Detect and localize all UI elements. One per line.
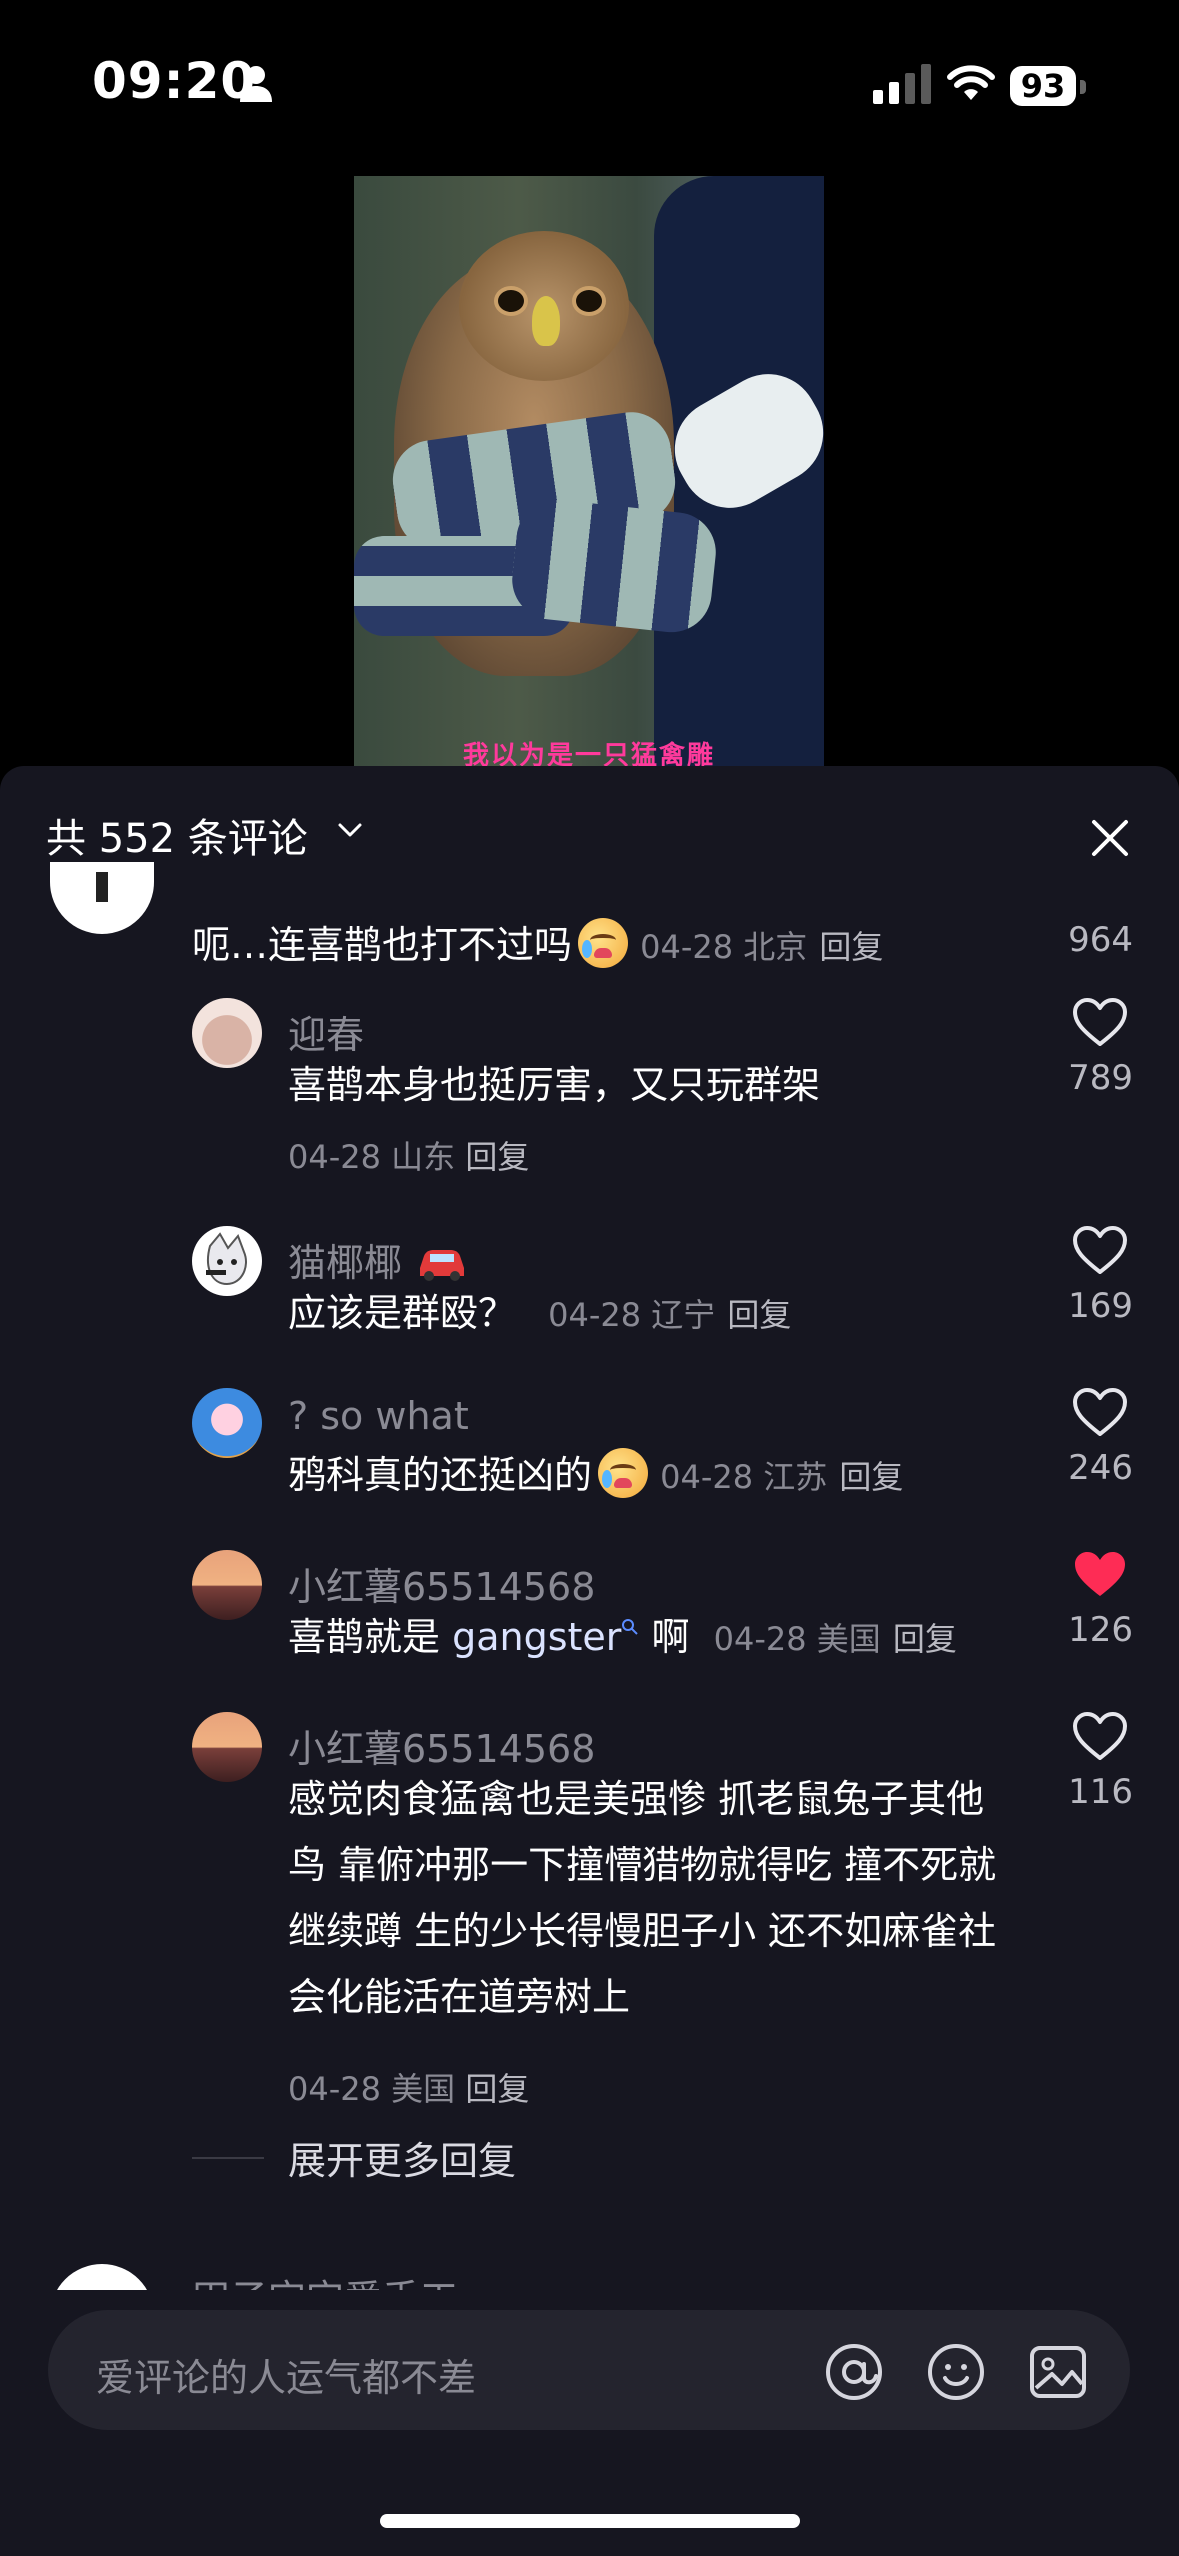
comment-input[interactable]: 爱评论的人运气都不差 [48, 2310, 1130, 2430]
heart-filled-icon[interactable] [1072, 1550, 1128, 1600]
avatar[interactable] [192, 1712, 262, 1782]
video-hawk-beak [532, 296, 560, 346]
reply-body: 喜鹊本身也挺厉害，又只玩群架 [288, 1063, 821, 1107]
reply-text: 喜鹊就是 [288, 1615, 453, 1659]
comment-sheet: 共 552 条评论 呃…连喜鹊也打不过吗 04-28 北京 回复 964 迎春 … [0, 766, 1179, 2556]
car-icon [420, 1250, 465, 1281]
heart-icon[interactable] [1072, 998, 1128, 1048]
battery-cap [1080, 80, 1086, 94]
avatar[interactable] [192, 1226, 262, 1296]
home-indicator[interactable] [380, 2514, 800, 2528]
wifi-icon [947, 65, 995, 100]
reply-text: 啊 [639, 1615, 690, 1659]
video-caption: 我以为是一只猛禽雕 [462, 741, 715, 766]
search-icon [622, 1619, 639, 1635]
reply-date-location: 04-28 美国 [288, 2070, 456, 2108]
reply-button[interactable]: 回复 [893, 1620, 957, 1658]
reply-body: 应该是群殴？ 04-28 辽宁 回复 [288, 1280, 1018, 1348]
reply-body: 喜鹊就是 gangster 啊 04-28 美国 回复 [288, 1604, 1018, 1672]
like-count: 169 [1068, 1286, 1133, 1326]
crying-emoji-icon [598, 1448, 649, 1498]
reply-text: 鸦科真的还挺凶的 [288, 1453, 593, 1497]
person-icon [240, 66, 272, 102]
avatar[interactable] [192, 1550, 262, 1620]
reply-meta: 04-28 山东 回复 [288, 1132, 529, 1178]
reply-date-location: 04-28 辽宁 [548, 1296, 716, 1334]
comment-count[interactable]: 共 552 条评论 [46, 806, 308, 864]
heart-icon[interactable] [1072, 1388, 1128, 1438]
reply-author[interactable]: 小红薯65514568 [288, 1718, 595, 1773]
heart-icon[interactable] [1072, 1712, 1128, 1762]
video-hawk-eye [572, 286, 606, 316]
comment-sheet-header: 共 552 条评论 [0, 766, 1179, 896]
close-icon[interactable] [1088, 816, 1132, 860]
heart-icon[interactable] [1072, 1226, 1128, 1276]
reply-author-name[interactable]: 猫椰椰 [288, 1241, 402, 1285]
reply-button[interactable]: 回复 [465, 1138, 529, 1176]
avatar[interactable] [192, 1388, 262, 1458]
reply-button[interactable]: 回复 [819, 928, 883, 966]
comment-input-placeholder[interactable]: 爱评论的人运气都不差 [96, 2347, 476, 2402]
comment-input-area: 爱评论的人运气都不差 [0, 2290, 1179, 2556]
cellular-signal-icon [873, 64, 931, 104]
expand-more-replies[interactable]: 展开更多回复 [288, 2130, 516, 2185]
like-count: 789 [1068, 1058, 1133, 1098]
reply-author[interactable]: 猫椰椰 [288, 1232, 470, 1287]
status-time: 09:20 [92, 52, 257, 110]
reply-author[interactable]: ? so what [288, 1394, 469, 1438]
video-glove [508, 495, 720, 637]
chevron-down-icon[interactable] [336, 820, 364, 840]
reply-author[interactable]: 迎春 [288, 1004, 364, 1059]
expand-divider [192, 2157, 264, 2159]
battery-indicator: 93 [1010, 66, 1076, 106]
reply-button[interactable]: 回复 [727, 1296, 791, 1334]
reply-body: 鸦科真的还挺凶的 04-28 江苏 回复 [288, 1442, 1018, 1510]
avatar[interactable] [50, 862, 154, 934]
avatar[interactable] [192, 998, 262, 1068]
reply-meta: 04-28 美国 回复 [288, 2064, 529, 2110]
at-mention-icon[interactable] [824, 2342, 884, 2402]
like-count: 964 [1068, 920, 1133, 960]
reply-body: 感觉肉食猛禽也是美强惨 抓老鼠兔子其他鸟 靠俯冲那一下撞懵猎物就得吃 撞不死就继… [288, 1777, 997, 2019]
emoji-icon[interactable] [926, 2342, 986, 2402]
reply-text: 应该是群殴？ [288, 1291, 517, 1335]
like-count: 116 [1068, 1772, 1133, 1812]
image-icon[interactable] [1028, 2342, 1088, 2402]
comment-meta: 04-28 北京 [640, 928, 808, 966]
video-player[interactable]: 我以为是一只猛禽雕 [354, 176, 824, 766]
like-count: 126 [1068, 1610, 1133, 1650]
search-keyword-link[interactable]: gangster [452, 1615, 621, 1659]
like-count: 246 [1068, 1448, 1133, 1488]
reply-date-location: 04-28 江苏 [660, 1458, 828, 1496]
reply-button[interactable]: 回复 [465, 2070, 529, 2108]
reply-button[interactable]: 回复 [839, 1458, 903, 1496]
comment-text: 呃…连喜鹊也打不过吗 04-28 北京 回复 [192, 914, 883, 969]
status-bar: 09:20 93 [0, 0, 1179, 170]
comment-body: 呃…连喜鹊也打不过吗 [192, 923, 573, 967]
reply-date-location: 04-28 美国 [713, 1620, 881, 1658]
reply-author[interactable]: 小红薯65514568 [288, 1556, 595, 1611]
top-comment: 呃…连喜鹊也打不过吗 04-28 北京 回复 964 [0, 862, 1179, 986]
reply-date-location: 04-28 山东 [288, 1138, 456, 1176]
crying-emoji-icon [578, 918, 629, 968]
video-hawk-eye [494, 286, 528, 316]
